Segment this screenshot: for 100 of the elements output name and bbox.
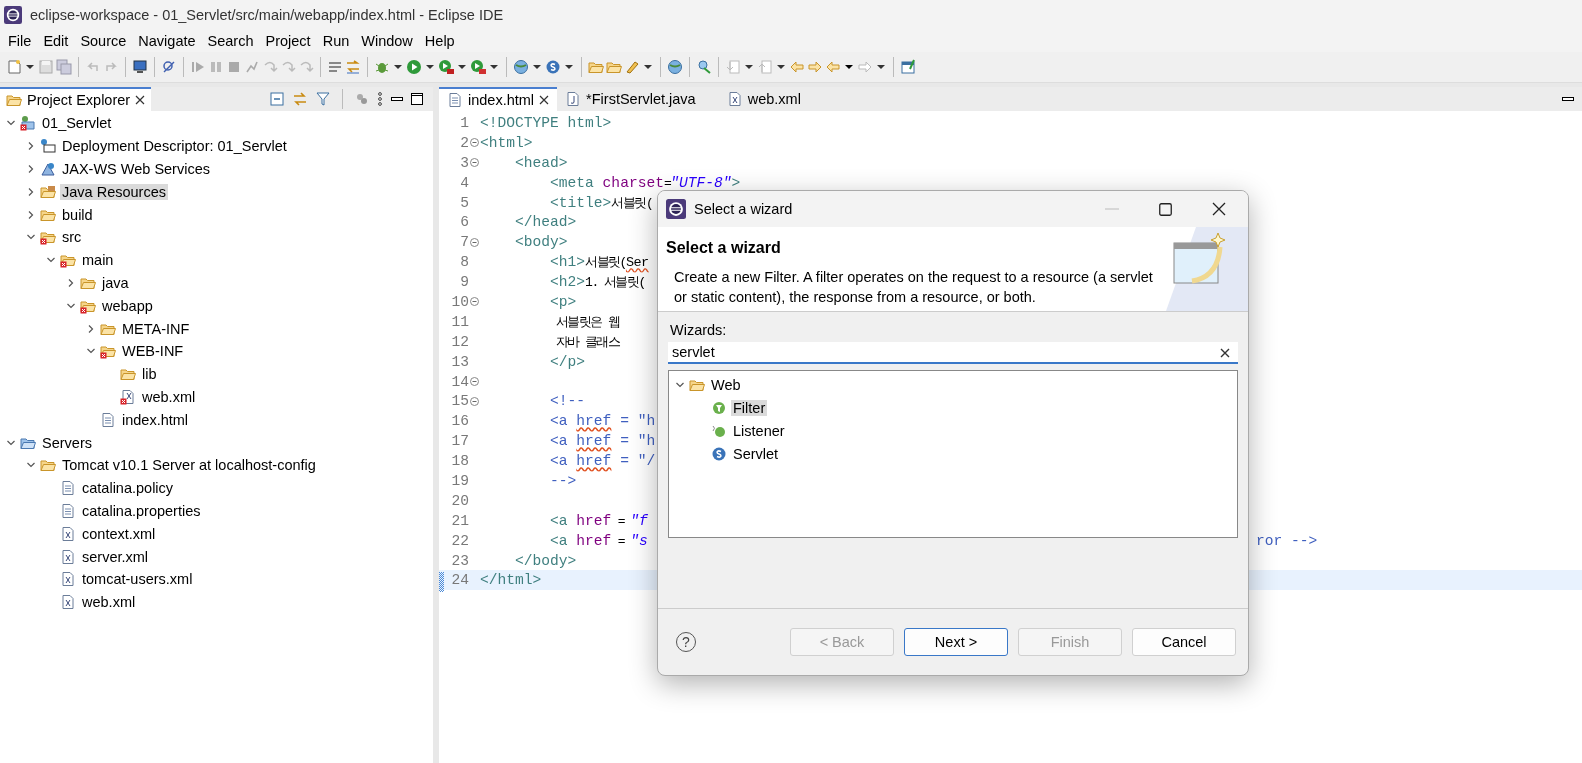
tree-item[interactable]: JAX-WS Web Services [60,161,212,177]
code-line: <head> [514,154,569,171]
tree-item[interactable]: Deployment Descriptor: 01_Servlet [60,138,289,155]
filter-funnel-icon[interactable] [316,92,330,106]
collapsed-chevron-icon[interactable] [86,323,96,334]
tree-item[interactable]: Java Resources [60,183,168,200]
code-line: <!DOCTYPE html> [479,114,613,131]
menu-item[interactable]: Source [74,33,133,49]
dialog-button[interactable]: Cancel [1132,628,1236,656]
refactor-icon[interactable] [345,59,361,75]
maximize-icon[interactable] [1159,202,1172,216]
view-tab[interactable]: Project Explorer [0,87,152,111]
tree-item[interactable]: catalina.properties [80,502,203,519]
collapsed-chevron-icon[interactable] [26,209,36,220]
line-number: 13 [451,353,469,370]
tree-item[interactable]: web.xml [80,594,138,611]
line-number: 11 [451,313,469,330]
fold-toggle-icon[interactable] [470,396,479,406]
wizard-banner-icon [1166,227,1248,311]
tree-item[interactable]: META-INF [120,320,192,337]
menu-item[interactable]: Search [201,33,260,49]
line-number: 2 [460,134,469,151]
services-icon [40,161,56,177]
tree-item[interactable]: webapp [100,297,155,314]
close-icon[interactable] [539,95,550,105]
tree-item[interactable]: server.xml [80,548,151,565]
maximize-icon[interactable] [411,93,423,105]
tree-item[interactable]: context.xml [80,525,158,542]
code-line: </head> [514,214,578,231]
fold-toggle-icon[interactable] [470,377,479,386]
close-icon[interactable] [1212,202,1226,216]
editor-tab[interactable]: *FirstServlet.java [557,87,719,111]
minimize-icon[interactable] [391,97,403,101]
tree-item[interactable]: Web [709,376,743,393]
collapsed-chevron-icon[interactable] [26,164,36,174]
menu-item[interactable]: Edit [37,33,75,49]
tree-item[interactable]: Filter [731,399,768,416]
tree-item[interactable]: Tomcat v10.1 Server at localhost-config [60,457,318,474]
search-icon[interactable] [696,59,712,75]
globe-icon[interactable] [513,59,529,75]
tree-item[interactable]: lib [140,366,159,383]
java-file-icon [565,91,582,107]
tree-item[interactable]: Servlet [731,445,781,462]
fold-toggle-icon[interactable] [470,138,479,148]
play-icon[interactable] [438,59,454,75]
line-number: 21 [451,512,469,529]
tree-item[interactable]: catalina.policy [80,480,176,497]
collapsed-chevron-icon[interactable] [26,186,36,197]
menu-item[interactable]: Project [259,33,317,49]
skip-icon[interactable] [161,59,177,75]
servlet-icon [711,445,727,462]
editor-tab[interactable]: web.xml [718,87,824,111]
code-line: <a href = "f [549,512,649,529]
tree-item[interactable]: src [60,229,84,246]
editor-tab[interactable]: index.html [439,87,558,111]
tree-item[interactable]: build [60,206,95,223]
monitor-icon[interactable] [132,59,148,75]
tree-item[interactable]: tomcat-users.xml [80,571,195,588]
window-icon[interactable] [900,59,916,75]
menu-item[interactable]: Window [355,33,419,49]
tree-item[interactable]: Servers [40,434,94,451]
code-line: <a href = "h [549,413,656,430]
collapsed-chevron-icon[interactable] [26,141,36,152]
menu-item[interactable]: Run [316,33,356,49]
menu-item[interactable]: Navigate [132,33,202,49]
current-line-marker-icon [439,572,444,593]
search-field[interactable]: servlet [668,342,1238,364]
fold-toggle-icon[interactable] [470,158,479,168]
folder-icon [6,92,22,108]
close-icon[interactable] [135,95,146,105]
tree-item[interactable]: Listener [731,422,787,439]
fold-toggle-icon[interactable] [470,297,479,307]
collapsed-chevron-icon[interactable] [66,277,76,288]
line-number: 22 [451,532,469,549]
dialog-button[interactable]: Next > [904,628,1008,656]
tree-item[interactable]: WEB-INF [120,343,186,360]
play-icon[interactable] [406,59,422,75]
servlet-icon[interactable] [545,59,561,75]
globe-icon[interactable] [667,59,683,75]
play-icon[interactable] [470,59,486,75]
tree-item[interactable]: main [80,252,116,269]
clear-icon[interactable] [1220,348,1230,358]
tree-item[interactable]: java [100,274,131,291]
line-number: 12 [451,333,469,350]
dots-cluster-icon[interactable] [355,92,369,106]
code-line: --> [549,472,578,489]
tree-item[interactable]: 01_Servlet [40,115,114,132]
code-line: </html> [479,572,543,589]
list-icon[interactable] [327,59,343,75]
folder-icon [40,457,56,474]
view-menu-icon[interactable] [377,92,383,106]
code-line: <body> [514,234,569,251]
fold-toggle-icon[interactable] [470,237,479,247]
menu-item[interactable]: File [2,33,38,49]
menu-item[interactable]: Help [418,33,461,49]
tree-item[interactable]: index.html [120,411,191,428]
code-line: 서블릿은 웹 [554,313,621,331]
minimize-icon[interactable] [1562,97,1574,101]
tree-item[interactable]: web.xml [140,388,198,405]
collapse-all-icon[interactable] [270,92,284,106]
